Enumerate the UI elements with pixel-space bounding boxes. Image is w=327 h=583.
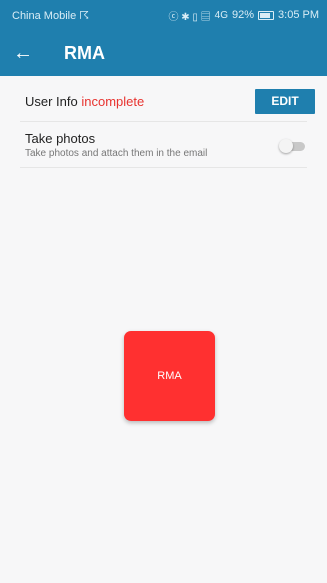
user-info-row: User Info incomplete EDIT	[0, 82, 327, 120]
divider	[20, 167, 307, 168]
edit-button[interactable]: EDIT	[255, 88, 315, 114]
battery-percent: 92%	[232, 9, 255, 21]
status-time: 3:05 PM	[278, 9, 319, 21]
divider	[20, 121, 307, 122]
take-photos-toggle[interactable]	[279, 139, 307, 153]
battery-icon	[258, 10, 275, 20]
user-info-status: incomplete	[81, 93, 145, 109]
page-title: RMA	[64, 42, 105, 63]
network-type: 4G	[214, 9, 228, 21]
user-info-text: User Info	[25, 93, 78, 109]
back-arrow-icon[interactable]: ←	[0, 30, 46, 76]
user-info-label: User Info incomplete	[25, 94, 255, 109]
take-photos-title: Take photos	[25, 131, 96, 146]
take-photos-text: Take photos Take photos and attach them …	[25, 131, 279, 161]
app-bar: ← RMA	[0, 30, 327, 76]
status-icons: ⓒ ✱ ▯ ▤ 4G 92% 3:05 PM	[168, 8, 319, 23]
status-bar: China Mobile ☈ ⓒ ✱ ▯ ▤ 4G 92% 3:05 PM	[0, 0, 327, 30]
carrier-name: China Mobile ☈	[12, 9, 90, 22]
toggle-thumb	[279, 139, 293, 153]
rma-button[interactable]: RMA	[124, 331, 215, 421]
status-icons-glyphs: ⓒ ✱ ▯ ▤	[168, 11, 211, 23]
take-photos-subtitle: Take photos and attach them in the email	[25, 148, 208, 159]
take-photos-row[interactable]: Take photos Take photos and attach them …	[0, 126, 327, 166]
